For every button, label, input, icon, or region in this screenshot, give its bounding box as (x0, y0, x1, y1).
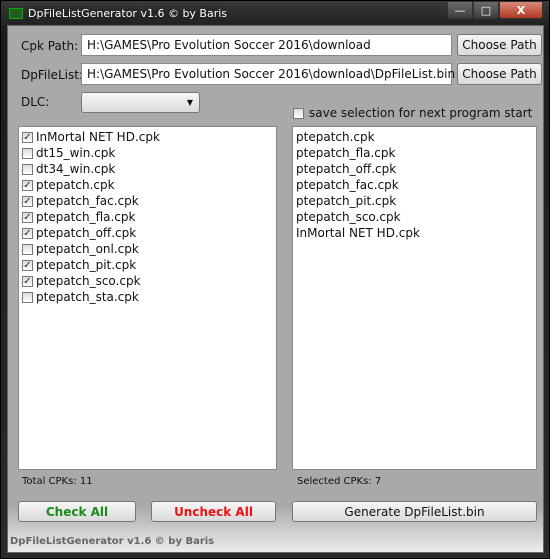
cpk-list-item[interactable]: dt34_win.cpk (22, 161, 273, 177)
chevron-down-icon: ▼ (186, 98, 193, 107)
selected-list-item[interactable]: ptepatch_fac.cpk (296, 177, 533, 193)
save-selection-checkbox[interactable]: save selection for next program start (293, 106, 532, 120)
uncheck-all-button[interactable]: Uncheck All (151, 501, 276, 522)
cpk-name: ptepatch_fac.cpk (36, 194, 139, 208)
maximize-button[interactable]: □ (473, 1, 499, 19)
cpk-name: ptepatch_onl.cpk (36, 242, 139, 256)
choose-dpfilelist-path-button[interactable]: Choose Path (457, 63, 542, 85)
cpk-list-item[interactable]: ✓ ptepatch_fac.cpk (22, 193, 273, 209)
cpk-list-item[interactable]: ptepatch_onl.cpk (22, 241, 273, 257)
selected-list-item[interactable]: ptepatch_fla.cpk (296, 145, 533, 161)
app-icon (9, 7, 23, 19)
cpk-name: dt34_win.cpk (36, 162, 116, 176)
cpk-list-item[interactable]: ptepatch_sta.cpk (22, 289, 273, 305)
checkbox-icon[interactable]: ✓ (22, 179, 33, 191)
cpk-name: dt15_win.cpk (36, 146, 116, 160)
generate-button[interactable]: Generate DpFileList.bin (292, 501, 537, 522)
client-area: Cpk Path: H:\GAMES\Pro Evolution Soccer … (7, 25, 544, 553)
total-cpks-label: Total CPKs: 11 (22, 476, 93, 487)
cpk-list-item[interactable]: ✓ ptepatch_pit.cpk (22, 257, 273, 273)
selected-cpks-label: Selected CPKs: 7 (297, 476, 382, 487)
cpk-list-item[interactable]: ✓ InMortal NET HD.cpk (22, 129, 273, 145)
selected-list-item[interactable]: ptepatch.cpk (296, 129, 533, 145)
checkbox-icon (293, 107, 304, 119)
cpk-name: ptepatch_pit.cpk (36, 258, 137, 272)
cpk-name: ptepatch.cpk (36, 178, 115, 192)
title-bar: DpFileListGenerator v1.6 © by Baris (9, 5, 227, 21)
selected-list-item[interactable]: ptepatch_off.cpk (296, 161, 533, 177)
close-button[interactable]: X (499, 1, 543, 19)
checkbox-icon[interactable]: ✓ (22, 131, 33, 143)
cpk-list-item[interactable]: ✓ ptepatch.cpk (22, 177, 273, 193)
check-all-button[interactable]: Check All (18, 501, 136, 522)
dpfilelist-input[interactable]: H:\GAMES\Pro Evolution Soccer 2016\downl… (81, 63, 455, 85)
cpk-name: ptepatch_sta.cpk (36, 290, 139, 304)
cpk-list-item[interactable]: dt15_win.cpk (22, 145, 273, 161)
dpfilelist-label: DpFileList: (21, 68, 83, 82)
checkbox-icon[interactable]: ✓ (22, 227, 33, 239)
cpk-path-input[interactable]: H:\GAMES\Pro Evolution Soccer 2016\downl… (81, 34, 452, 56)
cpk-name: ptepatch_off.cpk (36, 226, 137, 240)
cpk-list-item[interactable]: ✓ ptepatch_off.cpk (22, 225, 273, 241)
checkbox-icon[interactable] (22, 291, 33, 303)
checkbox-icon[interactable]: ✓ (22, 275, 33, 287)
checkbox-icon[interactable]: ✓ (22, 211, 33, 223)
footer-status: DpFileListGenerator v1.6 © by Baris (10, 536, 215, 547)
choose-cpk-path-button[interactable]: Choose Path (457, 34, 542, 56)
cpk-name: ptepatch_fla.cpk (36, 210, 136, 224)
checkbox-icon[interactable] (22, 243, 33, 255)
cpk-list-item[interactable]: ✓ ptepatch_sco.cpk (22, 273, 273, 289)
selected-list-item[interactable]: ptepatch_pit.cpk (296, 193, 533, 209)
selected-cpk-list[interactable]: ptepatch.cpk ptepatch_fla.cpk ptepatch_off… (292, 126, 537, 470)
minimize-button[interactable]: — (447, 1, 473, 19)
cpk-name: ptepatch_sco.cpk (36, 274, 141, 288)
checkbox-icon[interactable] (22, 147, 33, 159)
cpk-name: InMortal NET HD.cpk (36, 130, 160, 144)
selected-list-item[interactable]: InMortal NET HD.cpk (296, 225, 533, 241)
dlc-label: DLC: (21, 95, 50, 109)
dlc-dropdown[interactable]: ▼ (81, 92, 200, 113)
checkbox-icon[interactable]: ✓ (22, 259, 33, 271)
checkbox-icon[interactable] (22, 163, 33, 175)
cpk-list-item[interactable]: ✓ ptepatch_fla.cpk (22, 209, 273, 225)
save-selection-label: save selection for next program start (309, 106, 533, 120)
checkbox-icon[interactable]: ✓ (22, 195, 33, 207)
cpk-checklist[interactable]: ✓ InMortal NET HD.cpk dt15_win.cpk dt34_win… (18, 126, 277, 470)
cpk-path-label: Cpk Path: (21, 39, 79, 53)
window-title: DpFileListGenerator v1.6 © by Baris (28, 6, 228, 20)
selected-list-item[interactable]: ptepatch_sco.cpk (296, 209, 533, 225)
app-window: DpFileListGenerator v1.6 © by Baris — □ … (0, 0, 550, 559)
